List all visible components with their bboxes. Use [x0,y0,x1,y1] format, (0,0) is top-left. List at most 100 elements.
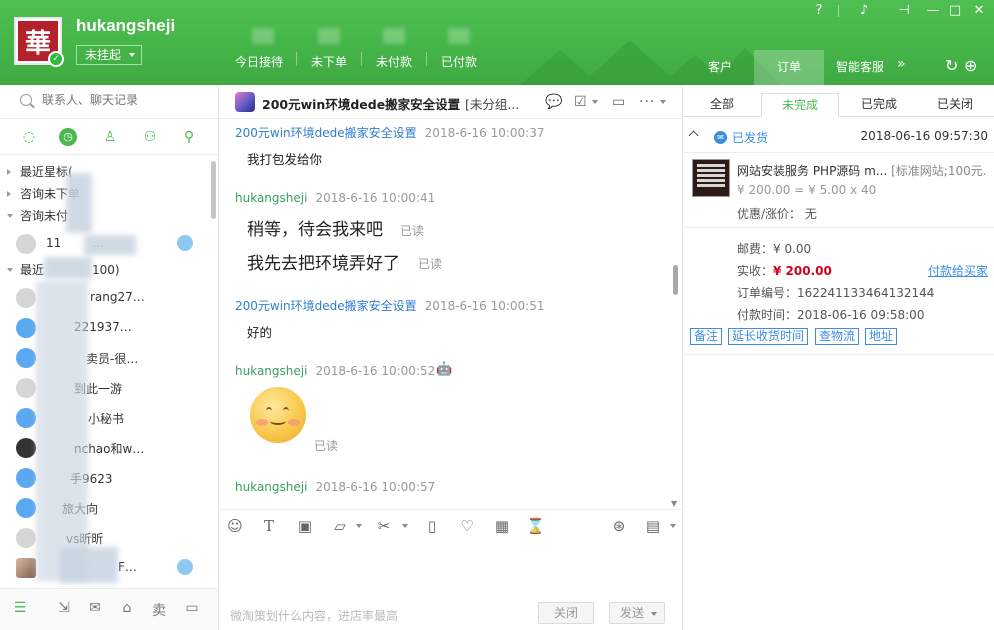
sell-icon[interactable]: 卖 [150,600,168,620]
list-item[interactable]: 221937… [0,313,210,343]
extend-receipt-button[interactable]: 延长收货时间 [728,328,809,345]
avatar[interactable] [235,92,255,112]
hourglass-icon[interactable]: ⌛ [526,517,545,535]
message-input-placeholder[interactable]: 微淘策划什么内容，进店率最高 [230,607,398,624]
list-item[interactable]: 卖员-很… [0,343,210,373]
search-bar[interactable] [0,85,218,119]
send-label: 发送 [620,606,645,620]
calculator-icon[interactable]: ▦ [493,517,511,535]
chevron-down-icon[interactable] [356,524,362,528]
person-icon[interactable]: ♙ [101,128,119,146]
maximize-icon[interactable]: □ [945,3,965,18]
group-inquiry-no-order[interactable]: 咨询未下单 [0,183,210,205]
chevron-down-icon[interactable] [670,524,676,528]
minimize-icon[interactable]: — [923,3,943,18]
product-title[interactable]: 网站安装服务 PHP源码 m... [标准网站;100元... [737,162,987,179]
group-inquiry-unpaid[interactable]: 咨询未付 [0,205,210,227]
address-button[interactable]: 地址 [865,328,898,345]
username: hukangsheji [76,16,176,35]
folder-icon[interactable]: ▱ [331,517,349,535]
phone-icon[interactable]: ▯ [423,517,441,535]
refresh-icon[interactable]: ↻ [945,56,958,75]
tab-unfinished[interactable]: 未完成 [761,93,839,117]
stat-not-ordered[interactable]: 未下单 [311,53,347,70]
contact-filter-bar: ◌ ◷ ♙ ⚇ ⚲ [0,119,218,155]
robot-icon: 🤖 [436,362,453,377]
scroll-down-icon[interactable]: ▼ [671,499,677,508]
font-icon[interactable]: T [260,517,278,535]
help-icon[interactable]: ? [809,3,829,18]
read-status: 已读 [400,224,425,238]
list-item[interactable]: 手9623 [0,463,210,493]
pay-buyer-link[interactable]: 付款给买家 [928,262,988,279]
group-starred[interactable]: 最近星标( [0,161,210,183]
note-button[interactable]: 备注 [690,328,723,345]
org-tree-icon[interactable]: ⚲ [180,128,198,146]
discount-value: 无 [804,207,817,221]
tab-orders[interactable]: 订单 [754,50,824,85]
chevron-up-icon[interactable] [688,130,699,141]
order-header[interactable]: ✉ 已发货 2018-06-16 09:57:30 [684,123,994,153]
image-icon[interactable]: ▣ [296,517,314,535]
message-text: 我先去把环境弄好了 [247,254,400,274]
privacy-mosaic [84,235,136,255]
order-status: 已发货 [732,131,769,145]
scissors-icon[interactable]: ✂ [375,517,393,535]
close-icon[interactable]: ✕ [969,3,989,18]
video-icon[interactable]: ▭ [612,94,625,110]
stat-value-blurred [252,28,274,44]
window-icon[interactable]: ▭ [183,600,201,616]
chevron-down-icon[interactable] [660,100,666,104]
status-dropdown[interactable]: 未挂起 [76,45,142,65]
scrollbar[interactable] [211,161,216,219]
chevron-down-icon[interactable] [402,524,408,528]
product-thumbnail[interactable] [692,159,730,197]
menu-icon[interactable]: ☰ [11,600,29,616]
list-item[interactable]: 到此一游 [0,373,210,403]
shop-icon[interactable]: ⌂ [118,600,136,616]
chevron-down-icon[interactable] [592,100,598,104]
stat-today-received[interactable]: 今日接待 [235,53,283,70]
pin-icon[interactable]: ⊣ [894,3,914,18]
list-item[interactable]: 旅大向 [0,493,210,523]
send-button[interactable]: 发送 [609,602,665,624]
close-button[interactable]: 关闭 [538,602,594,624]
chat-bubble-icon[interactable]: ◌ [20,128,38,146]
stat-paid[interactable]: 已付款 [441,53,477,70]
logistics-button[interactable]: 查物流 [815,328,860,345]
contact-name: 小秘书 [88,412,125,426]
tab-all[interactable]: 全部 [694,93,750,117]
more-tabs-icon[interactable]: » [897,56,906,72]
add-circle-icon[interactable]: ⊕ [964,56,977,75]
transfer-icon[interactable]: ☑ [574,94,587,110]
chat-bubble-icon[interactable]: 💬 [545,94,562,110]
heart-icon[interactable]: ♡ [458,517,476,535]
tab-closed[interactable]: 已关闭 [925,93,985,117]
tab-smart-service[interactable]: 智能客服 [830,50,890,85]
emoji-icon[interactable]: ☺ [226,517,244,535]
group-recent[interactable]: 最近 100) [0,259,210,281]
list-item[interactable]: rang27… [0,283,210,313]
history-icon[interactable]: ▤ [644,517,662,535]
message-badge-icon [177,559,193,575]
user-avatar[interactable]: 華 ✓ [14,17,64,67]
mail-icon[interactable]: ✉ [86,600,104,616]
avatar [16,348,36,368]
group-icon[interactable]: ⚇ [141,128,159,146]
avatar [16,318,36,338]
tab-finished[interactable]: 已完成 [848,93,910,117]
list-item[interactable]: nchao和w… [0,433,210,463]
search-input[interactable] [42,93,202,107]
share-icon[interactable]: ⊛ [610,517,628,535]
chevron-right-icon [7,191,11,197]
list-item[interactable]: 小秘书 [0,403,210,433]
tab-customer[interactable]: 客户 [693,50,747,85]
recent-clock-icon[interactable]: ◷ [59,128,77,146]
sound-icon[interactable]: ♪ [854,3,874,18]
stat-not-paid[interactable]: 未付款 [376,53,412,70]
more-icon[interactable]: ··· [639,94,655,110]
avatar [16,438,36,458]
scrollbar[interactable] [673,265,678,295]
import-icon[interactable]: ⇲ [55,600,73,616]
chevron-down-icon[interactable] [651,612,657,616]
